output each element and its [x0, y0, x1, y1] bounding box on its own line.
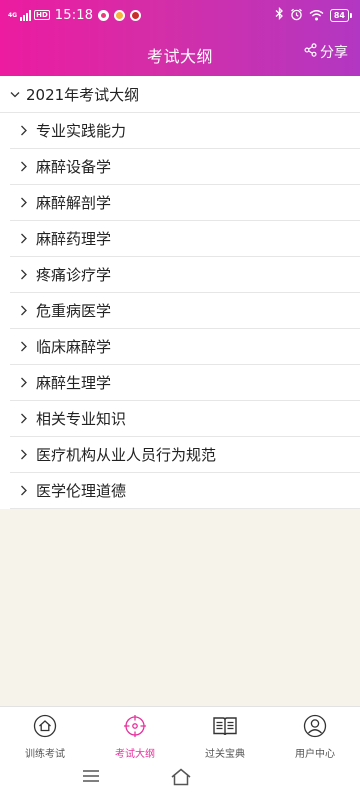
outline-item-label: 临床麻醉学 [36, 338, 112, 356]
chevron-right-icon [20, 482, 28, 500]
menu-nav-icon[interactable] [82, 768, 100, 788]
app-header: 4G HD 15:18 84 考试大纲 分享 [0, 0, 360, 76]
outline-item[interactable]: 麻醉药理学 [10, 221, 360, 257]
network-indicator: 4G [8, 12, 17, 19]
tab-pass-guide[interactable]: 过关宝典 [180, 707, 270, 760]
home-icon [33, 714, 57, 742]
chevron-right-icon [20, 230, 28, 248]
book-icon [212, 714, 238, 742]
outline-item-label: 医学伦理道德 [36, 482, 127, 500]
user-icon [303, 714, 327, 742]
chevron-right-icon [20, 266, 28, 284]
tab-user-center[interactable]: 用户中心 [270, 707, 360, 760]
chevron-right-icon [20, 302, 28, 320]
outline-item-label: 专业实践能力 [36, 122, 127, 140]
bottom-tab-bar: 训练考试 考试大纲 过关宝典 用户中心 [0, 706, 360, 760]
bluetooth-icon [275, 6, 284, 23]
chevron-down-icon [10, 85, 20, 103]
share-label: 分享 [320, 45, 348, 61]
tab-exam-outline[interactable]: 考试大纲 [90, 707, 180, 760]
signal-icon [20, 9, 32, 21]
chevron-right-icon [20, 122, 28, 140]
outline-item-label: 疼痛诊疗学 [36, 266, 112, 284]
hd-badge: HD [34, 10, 50, 20]
battery-level: 84 [329, 8, 349, 22]
outline-item-label: 医疗机构从业人员行为规范 [36, 446, 217, 464]
outline-item-label: 相关专业知识 [36, 410, 127, 428]
status-bar: 4G HD 15:18 84 [0, 0, 360, 30]
status-time: 15:18 [54, 7, 94, 23]
outline-item-label: 危重病医学 [36, 302, 112, 320]
outline-item[interactable]: 专业实践能力 [10, 113, 360, 149]
home-nav-icon[interactable] [170, 768, 192, 790]
share-icon [304, 43, 317, 61]
notification-icon [98, 9, 110, 21]
tab-training-exam[interactable]: 训练考试 [0, 707, 90, 760]
outline-item-label: 麻醉药理学 [36, 230, 112, 248]
outline-item[interactable]: 麻醉解剖学 [10, 185, 360, 221]
chevron-right-icon [20, 194, 28, 212]
status-right: 84 [275, 6, 352, 25]
outline-item[interactable]: 疼痛诊疗学 [10, 257, 360, 293]
alarm-icon [290, 6, 303, 25]
outline-item[interactable]: 麻醉设备学 [10, 149, 360, 185]
outline-item[interactable]: 相关专业知识 [10, 401, 360, 437]
outline-item[interactable]: 麻醉生理学 [10, 365, 360, 401]
outline-item-label: 麻醉设备学 [36, 158, 112, 176]
outline-year-title: 2021年考试大纲 [26, 85, 140, 104]
battery-icon: 84 [329, 8, 352, 22]
network-type: 4G [8, 11, 18, 19]
status-left: 4G HD 15:18 [8, 7, 142, 23]
chevron-right-icon [20, 158, 28, 176]
outline-item[interactable]: 医学伦理道德 [10, 473, 360, 509]
system-nav-bar [0, 758, 360, 800]
outline-list: 2021年考试大纲 专业实践能力 麻醉设备学麻醉解剖学麻醉药理学疼痛诊疗学危重病医… [0, 76, 360, 509]
outline-item-label: 麻醉解剖学 [36, 194, 112, 212]
chevron-right-icon [20, 338, 28, 356]
outline-item[interactable]: 临床麻醉学 [10, 329, 360, 365]
outline-year-header[interactable]: 2021年考试大纲 [0, 76, 360, 113]
outline-items: 专业实践能力 麻醉设备学麻醉解剖学麻醉药理学疼痛诊疗学危重病医学临床麻醉学麻醉生理… [10, 113, 360, 509]
chevron-right-icon [20, 446, 28, 464]
chevron-right-icon [20, 374, 28, 392]
notification-icon [130, 9, 142, 21]
wifi-icon [309, 6, 324, 25]
share-button[interactable]: 分享 [304, 42, 348, 62]
outline-item-label: 麻醉生理学 [36, 374, 112, 392]
outline-item[interactable]: 危重病医学 [10, 293, 360, 329]
chevron-right-icon [20, 410, 28, 428]
notification-icon [114, 9, 126, 21]
target-icon [123, 714, 147, 742]
outline-item[interactable]: 医疗机构从业人员行为规范 [10, 437, 360, 473]
